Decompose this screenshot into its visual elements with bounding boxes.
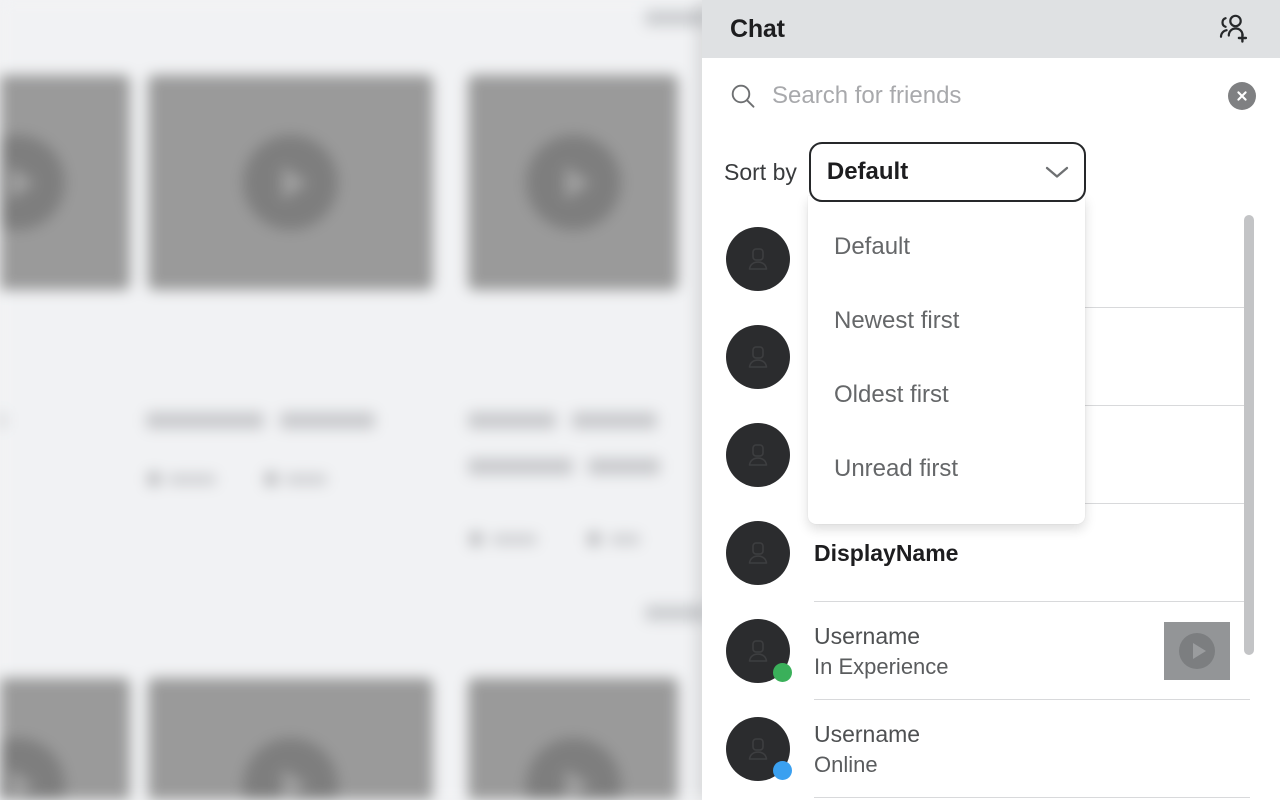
chevron-down-icon [1045, 166, 1069, 178]
sort-option-oldest-first[interactable]: Oldest first [808, 358, 1085, 432]
sort-option-default[interactable]: Default [808, 210, 1085, 284]
background-card-stat [610, 534, 640, 545]
status-badge-online [773, 761, 792, 780]
background-card-title [572, 412, 657, 429]
avatar-wrapper [726, 521, 790, 585]
add-friends-button[interactable] [1212, 8, 1254, 50]
avatar [726, 325, 790, 389]
avatar-wrapper [726, 227, 790, 291]
sort-option-unread-first[interactable]: Unread first [808, 432, 1085, 506]
search-icon [731, 84, 755, 108]
background-card [0, 75, 130, 290]
scrollbar-thumb[interactable] [1244, 215, 1254, 655]
background-card-stat [168, 474, 216, 485]
avatar-wrapper [726, 619, 792, 683]
background-card [148, 678, 433, 800]
list-item-text: Username In Experience [790, 623, 1164, 680]
play-icon [1179, 633, 1215, 669]
person-icon [748, 248, 768, 270]
search-input[interactable] [762, 82, 1220, 110]
person-icon [748, 738, 768, 760]
sort-select-value: Default [826, 158, 909, 185]
friend-name: DisplayName [814, 539, 959, 566]
avatar [726, 423, 790, 487]
person-icon [748, 640, 768, 662]
background-card-title [280, 412, 375, 429]
play-icon [526, 135, 621, 230]
background-card-title [588, 458, 660, 475]
background-see-all-2 [645, 605, 707, 621]
background-stat-icon [265, 472, 277, 486]
background-see-all-1 [645, 10, 707, 26]
sort-control-row: Sort by Default [702, 134, 1280, 210]
background-card-stat [492, 534, 537, 545]
sort-option-newest-first[interactable]: Newest first [808, 284, 1085, 358]
avatar [726, 227, 790, 291]
background-stat-icon [588, 532, 600, 546]
header-actions [1212, 8, 1254, 50]
add-friends-icon [1219, 14, 1248, 43]
list-item-text: Username Online [790, 721, 1256, 778]
chat-panel: Chat Search for friends Sort by Default … [702, 0, 1280, 800]
friend-status: Online [814, 751, 878, 777]
close-icon [1237, 91, 1247, 101]
experience-thumbnail[interactable] [1164, 622, 1230, 680]
friend-status: In Experience [814, 653, 949, 679]
clear-search-button[interactable] [1228, 82, 1256, 110]
search-bar [702, 58, 1280, 134]
status-badge-in-experience [773, 663, 792, 682]
list-item[interactable]: Username In Experience [702, 602, 1280, 700]
row-divider [814, 797, 1250, 798]
background-stat-icon [470, 532, 482, 546]
background-card [148, 75, 433, 290]
sort-by-label: Sort by [724, 158, 797, 185]
list-item-text: DisplayName [790, 540, 1256, 567]
play-icon [243, 135, 338, 230]
background-stat-icon [148, 472, 160, 486]
person-icon [748, 542, 768, 564]
chevron-down-icon-wrapper [1044, 164, 1070, 180]
search-icon-wrapper [724, 77, 762, 115]
person-icon [748, 346, 768, 368]
background-card [468, 75, 678, 290]
friend-name: Username [814, 622, 921, 649]
chat-panel-header: Chat [702, 0, 1280, 58]
background-card [0, 678, 130, 800]
list-item[interactable]: Username Online [702, 700, 1280, 798]
avatar-wrapper [726, 325, 790, 389]
person-icon [748, 444, 768, 466]
avatar-wrapper [726, 717, 792, 781]
friend-name: Username [814, 720, 921, 747]
sort-select[interactable]: Default [808, 142, 1086, 202]
background-card-title [0, 412, 5, 429]
background-card-title [146, 412, 264, 429]
avatar [726, 521, 790, 585]
avatar-wrapper [726, 423, 790, 487]
background-card-stat [285, 474, 327, 485]
sort-dropdown-menu: Default Newest first Oldest first Unread… [808, 196, 1085, 524]
background-card-title [468, 412, 556, 429]
background-card [468, 678, 678, 800]
page-title: Chat [730, 14, 785, 43]
friends-list-scrollbar[interactable] [1244, 210, 1254, 660]
background-card-title [468, 458, 573, 475]
